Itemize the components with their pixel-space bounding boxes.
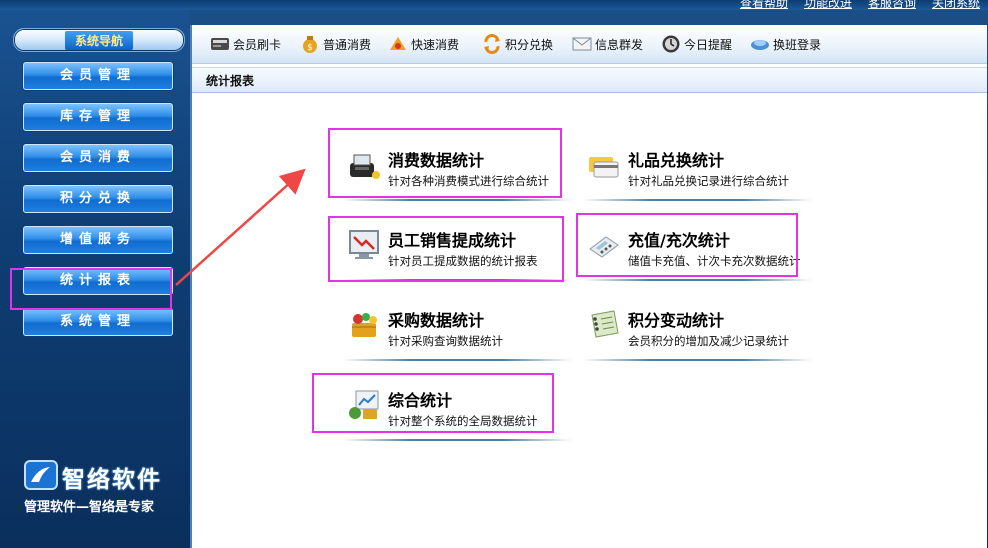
annotation-arrow [175,168,306,286]
